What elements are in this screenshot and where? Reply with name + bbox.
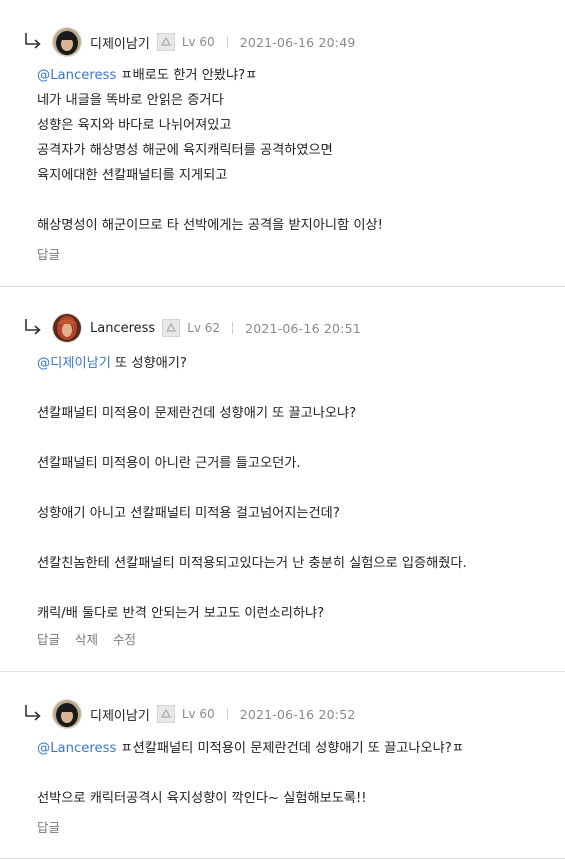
comment-header: 디제이남기 Lv 60 2021-06-16 20:52 [22, 698, 356, 730]
line-text: 육지에대한 션칼패널티를 지게되고 [37, 168, 228, 183]
comment-header: Lanceress Lv 62 2021-06-16 20:51 [22, 312, 361, 344]
reply-button[interactable]: 답글 [37, 244, 60, 263]
comment-line: 공격자가 해상명성 해군에 육지캐릭터를 공격하였으면 [37, 138, 555, 163]
comment-line: 캐릭/배 둘다로 반격 안되는거 보고도 이런소리하냐? [37, 601, 555, 626]
comment-line: 션칼친놈한테 션칼패널티 미적용되고있다는거 난 충분히 실험으로 입증해줬다. [37, 551, 555, 576]
avatar[interactable] [52, 313, 82, 343]
level-badge-icon [156, 705, 175, 723]
line-text: 공격자가 해상명성 해군에 육지캐릭터를 공격하였으면 [37, 143, 333, 158]
comment-line [37, 576, 555, 601]
comment-line: 성향은 육지와 바다로 나뉘어져있고 [37, 113, 555, 138]
line-text: 션칼패널티 미적용이 문제란건데 성향애기 또 끌고나오냐? [37, 406, 357, 421]
line-text: 선박으로 캐릭터공격시 육지성향이 깍인다~ 실험해보도록!! [37, 791, 367, 806]
comment-line [37, 476, 555, 501]
line-text: 또 성향애기? [110, 356, 187, 371]
avatar[interactable] [52, 699, 82, 729]
line-text: 션칼패널티 미적용이 아니란 근거를 들고오던가. [37, 456, 301, 471]
line-text: 션칼친놈한테 션칼패널티 미적용되고있다는거 난 충분히 실험으로 입증해줬다. [37, 556, 467, 571]
comment-body: @Lanceress ㅍ배로도 한거 안봤냐?ㅍ 네가 내글을 똑바로 안읽은 … [37, 63, 555, 238]
mention-link[interactable]: @Lanceress [37, 68, 116, 83]
reply-arrow-icon [25, 705, 41, 721]
avatar[interactable] [52, 27, 82, 57]
line-text: ㅍ배로도 한거 안봤냐?ㅍ [116, 68, 258, 83]
comment-line: 성향애기 아니고 션칼패널티 미적용 걸고넘어지는건데? [37, 501, 555, 526]
comment-line [37, 426, 555, 451]
comment-list: 디제이남기 Lv 60 2021-06-16 20:49 @Lanceress … [0, 0, 565, 860]
reply-button[interactable]: 답글 [37, 817, 60, 836]
comment-actions: 답글 [37, 244, 60, 263]
comment-line: 선박으로 캐릭터공격시 육지성향이 깍인다~ 실험해보도록!! [37, 786, 555, 811]
delete-button[interactable]: 삭제 [75, 629, 98, 648]
username[interactable]: Lanceress [90, 321, 155, 336]
comment-line [37, 526, 555, 551]
line-text: ㅍ션칼패널티 미적용이 문제란건데 성향애기 또 끌고나오냐?ㅍ [116, 741, 464, 756]
divider [232, 322, 234, 334]
reply-button[interactable]: 답글 [37, 629, 60, 648]
comment-item: Lanceress Lv 62 2021-06-16 20:51 @디제이남기 … [0, 287, 565, 672]
comment-datetime: 2021-06-16 20:51 [245, 320, 361, 336]
divider [226, 36, 228, 48]
reply-arrow-icon [25, 319, 41, 335]
comment-datetime: 2021-06-16 20:49 [239, 34, 356, 50]
comment-line: @Lanceress ㅍ션칼패널티 미적용이 문제란건데 성향애기 또 끌고나오… [37, 736, 555, 761]
comment-header: 디제이남기 Lv 60 2021-06-16 20:49 [22, 26, 356, 58]
username[interactable]: 디제이남기 [90, 33, 150, 52]
line-text: 성향은 육지와 바다로 나뉘어져있고 [37, 118, 232, 133]
comment-body: @Lanceress ㅍ션칼패널티 미적용이 문제란건데 성향애기 또 끌고나오… [37, 736, 555, 811]
comment-line: 육지에대한 션칼패널티를 지게되고 [37, 163, 555, 188]
level-text: Lv 60 [181, 35, 215, 49]
comment-line: 션칼패널티 미적용이 아니란 근거를 들고오던가. [37, 451, 555, 476]
avatar-image [53, 314, 81, 342]
comment-line [37, 188, 555, 213]
level-badge-icon [162, 319, 181, 337]
comment-datetime: 2021-06-16 20:52 [239, 706, 356, 722]
username[interactable]: 디제이남기 [90, 705, 150, 724]
comment-body: @디제이남기 또 성향애기? 션칼패널티 미적용이 문제란건데 성향애기 또 끌… [37, 351, 555, 626]
comment-line [37, 376, 555, 401]
avatar-image [53, 700, 81, 728]
mention-link[interactable]: @디제이남기 [37, 356, 111, 371]
level-badge-icon [156, 33, 175, 51]
line-text: 성향애기 아니고 션칼패널티 미적용 걸고넘어지는건데? [37, 506, 340, 521]
comment-line: 해상명성이 해군이므로 타 선박에게는 공격을 받지아니함 이상! [37, 213, 555, 238]
line-text: 네가 내글을 똑바로 안읽은 증거다 [37, 93, 224, 108]
line-text: 캐릭/배 둘다로 반격 안되는거 보고도 이런소리하냐? [37, 606, 325, 621]
divider [226, 708, 228, 720]
comment-line [37, 761, 555, 786]
comment-line: @디제이남기 또 성향애기? [37, 351, 555, 376]
edit-button[interactable]: 수정 [113, 629, 136, 648]
line-text: 해상명성이 해군이므로 타 선박에게는 공격을 받지아니함 이상! [37, 218, 383, 233]
comment-item: 디제이남기 Lv 60 2021-06-16 20:49 @Lanceress … [0, 0, 565, 287]
comment-item: 디제이남기 Lv 60 2021-06-16 20:52 @Lanceress … [0, 672, 565, 859]
level-text: Lv 62 [187, 321, 221, 335]
avatar-image [53, 28, 81, 56]
comment-line: @Lanceress ㅍ배로도 한거 안봤냐?ㅍ [37, 63, 555, 88]
comment-actions: 답글 삭제 수정 [37, 629, 136, 648]
level-text: Lv 60 [181, 707, 215, 721]
mention-link[interactable]: @Lanceress [37, 741, 116, 756]
reply-arrow-icon [25, 33, 41, 49]
comment-line: 션칼패널티 미적용이 문제란건데 성향애기 또 끌고나오냐? [37, 401, 555, 426]
comment-actions: 답글 [37, 817, 60, 836]
comment-line: 네가 내글을 똑바로 안읽은 증거다 [37, 88, 555, 113]
